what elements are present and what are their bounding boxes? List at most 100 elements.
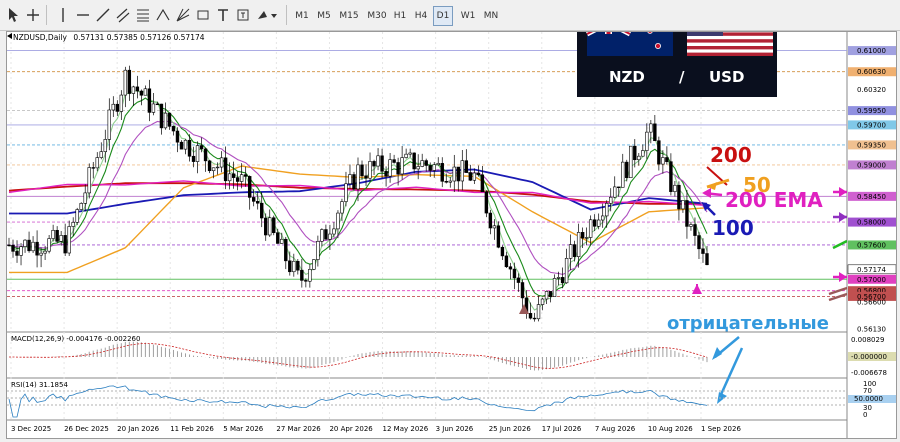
candle-body [59, 235, 63, 242]
candle-body [657, 140, 661, 165]
horizontal-line-icon[interactable] [74, 6, 92, 26]
candle-body [452, 166, 456, 182]
tf-button-d1[interactable]: D1 [433, 6, 453, 26]
rsi-label: RSI(14) 31.1854 [11, 381, 68, 389]
time-label: 10 Aug 2026 [648, 425, 693, 433]
candle-body [669, 161, 673, 192]
nz-flag-icon [585, 9, 673, 56]
candle-body [496, 225, 501, 248]
candle-body [400, 157, 404, 175]
candle-body [23, 239, 27, 247]
candle-body [681, 200, 685, 210]
chart-svg[interactable]: 0.61000 0.60630 0.60320 0.59950 0.59700 0.593… [7, 1, 897, 438]
text-icon[interactable] [214, 6, 232, 26]
candle-body [99, 151, 103, 158]
candle-body [701, 248, 705, 254]
tf-button-m15[interactable]: M15 [336, 6, 362, 26]
time-label: 5 Mar 2026 [223, 425, 263, 433]
tf-button-m30[interactable]: M30 [364, 6, 390, 26]
candle-body [211, 167, 216, 172]
candle-body [560, 277, 565, 284]
candle-body [432, 164, 436, 171]
candle-body [609, 196, 613, 204]
candle-body [444, 181, 448, 183]
candle-body [316, 241, 320, 260]
candle-body [95, 157, 99, 169]
candle-body [171, 126, 176, 132]
tf-button-m5[interactable]: M5 [314, 6, 334, 26]
chart-ohlc: 0.57131 0.57385 0.57126 0.57174 [73, 33, 204, 42]
candle-body [536, 304, 541, 320]
candle-body [276, 232, 280, 244]
gann-icon[interactable] [174, 6, 192, 26]
macd-axis-zero: -0.000000 [851, 353, 887, 361]
candle-body [231, 173, 236, 178]
candle-body [412, 152, 416, 170]
candle-body [448, 180, 452, 183]
candle-body [187, 139, 192, 157]
trendline-icon[interactable] [94, 6, 112, 26]
tf-button-mn[interactable]: MN [481, 6, 501, 26]
candle-body [195, 145, 200, 162]
time-label: 27 Mar 2026 [276, 425, 321, 433]
candle-body [183, 139, 188, 150]
vertical-line-icon[interactable] [54, 6, 72, 26]
candle-body [605, 203, 609, 217]
candle-body [268, 217, 272, 236]
candle-body [580, 232, 585, 239]
candle-body [665, 157, 669, 162]
candle-body [264, 217, 268, 236]
ema100-annotation: 100 [712, 216, 754, 240]
crosshair-icon[interactable] [24, 6, 42, 26]
tf-button-h1[interactable]: H1 [390, 6, 410, 26]
candle-body [360, 164, 364, 177]
candle-body [544, 291, 549, 300]
cursor-icon[interactable] [4, 6, 22, 26]
arrows-menu-icon[interactable] [254, 6, 282, 26]
label-icon[interactable] [234, 6, 252, 26]
candle-body [408, 152, 412, 155]
candle-body [67, 226, 71, 254]
channel-icon[interactable] [114, 6, 132, 26]
equidistant-icon[interactable] [154, 6, 172, 26]
candle-body [143, 88, 148, 96]
candle-body [468, 172, 473, 181]
tf-button-w1[interactable]: W1 [458, 6, 478, 26]
candle-body [380, 155, 384, 172]
candle-body [356, 164, 360, 190]
candle-body [247, 176, 252, 198]
fibonacci-icon[interactable] [134, 6, 152, 26]
candle-body [35, 241, 39, 256]
candle-body [532, 317, 537, 320]
tf-button-h4[interactable]: H4 [411, 6, 431, 26]
toolbar-separator [46, 5, 47, 25]
candle-body [705, 253, 709, 266]
candle-body [63, 235, 67, 254]
time-label: 3 Dec 2025 [11, 425, 51, 433]
candle-body [436, 163, 440, 166]
rsi-axis-70: 70 [863, 387, 872, 395]
candle-body [19, 246, 23, 256]
price-label: 0.57000 [857, 276, 886, 284]
candle-body [312, 259, 316, 270]
candle-body [416, 166, 420, 170]
toolbar-separator [286, 5, 287, 25]
candle-body [697, 235, 701, 250]
candle-body [492, 225, 497, 229]
candle-body [617, 186, 621, 189]
price-label: 0.60320 [857, 86, 886, 94]
price-label: 0.56130 [857, 326, 886, 334]
time-label: 20 Apr 2026 [329, 425, 373, 433]
candle-body [131, 86, 136, 94]
tf-button-m1[interactable]: M1 [292, 6, 312, 26]
candle-body [215, 166, 220, 169]
candle-body [320, 229, 324, 242]
shapes-icon[interactable] [194, 6, 212, 26]
price-label: 0.59350 [857, 141, 886, 149]
candle-body [324, 229, 328, 240]
candle-body [584, 237, 589, 239]
candle-body [388, 159, 392, 177]
candle-body [348, 174, 352, 185]
candle-body [55, 229, 59, 242]
macd-axis-top: 0.008029 [851, 336, 884, 344]
